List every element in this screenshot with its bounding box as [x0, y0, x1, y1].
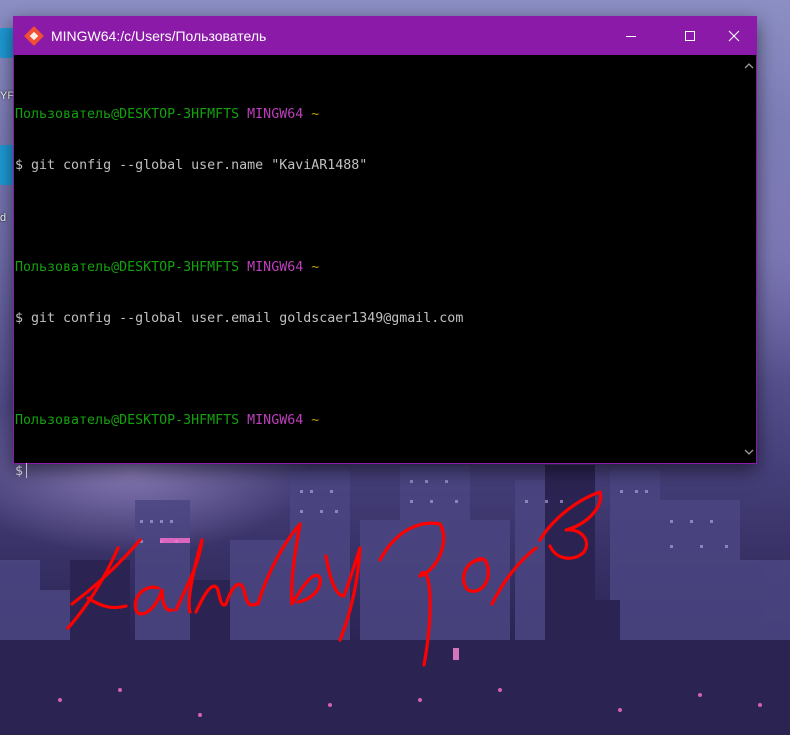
prompt-symbol: $ [15, 158, 24, 173]
terminal-output[interactable]: Пользователь@DESKTOP-3HFMFTS MINGW64 ~ $… [14, 55, 742, 479]
vertical-scrollbar[interactable] [742, 55, 756, 463]
close-button[interactable] [712, 17, 756, 55]
prompt-header-line: Пользователь@DESKTOP-3HFMFTS MINGW64 ~ [15, 106, 742, 123]
prompt-directory: ~ [311, 107, 320, 122]
prompt-system: MINGW64 [247, 107, 304, 122]
input-line[interactable]: $ [15, 463, 742, 480]
text-cursor [26, 463, 28, 478]
minimize-button[interactable] [609, 17, 653, 55]
chevron-down-icon [744, 449, 754, 455]
prompt-header-line: Пользователь@DESKTOP-3HFMFTS MINGW64 ~ [15, 259, 742, 276]
prompt-user-host: Пользователь@DESKTOP-3HFMFTS [15, 260, 240, 275]
terminal-window[interactable]: MINGW64:/c/Users/Пользователь Пользовате… [13, 16, 757, 479]
prompt-user-host: Пользователь@DESKTOP-3HFMFTS [15, 107, 240, 122]
prompt-directory: ~ [311, 413, 320, 428]
git-bash-icon [24, 26, 44, 46]
chevron-up-icon [744, 63, 754, 69]
command-line: $ git config --global user.email goldsca… [15, 310, 742, 327]
command-line: $ git config --global user.name "KaviAR1… [15, 157, 742, 174]
desktop-shortcut-icon[interactable] [0, 28, 14, 58]
prompt-symbol: $ [15, 464, 24, 479]
maximize-icon [685, 31, 695, 41]
prompt-header-line: Пользователь@DESKTOP-3HFMFTS MINGW64 ~ [15, 412, 742, 429]
scroll-up-button[interactable] [742, 59, 756, 73]
command-text: git config --global user.name "KaviAR148… [31, 158, 368, 173]
scroll-down-button[interactable] [742, 445, 756, 459]
prompt-directory: ~ [311, 260, 320, 275]
window-controls [609, 17, 756, 55]
command-text: git config --global user.email goldscaer… [31, 311, 464, 326]
prompt-user-host: Пользователь@DESKTOP-3HFMFTS [15, 413, 240, 428]
minimize-icon [626, 36, 636, 37]
desktop-shortcut-label: YP [0, 90, 15, 102]
window-titlebar[interactable]: MINGW64:/c/Users/Пользователь [14, 17, 756, 55]
maximize-button[interactable] [668, 17, 712, 55]
window-title: MINGW64:/c/Users/Пользователь [51, 28, 267, 44]
prompt-system: MINGW64 [247, 413, 304, 428]
desktop-shortcut-icon[interactable] [0, 145, 14, 185]
desktop-shortcut-label: d [0, 212, 7, 224]
prompt-system: MINGW64 [247, 260, 304, 275]
close-icon [728, 30, 740, 42]
prompt-symbol: $ [15, 311, 24, 326]
